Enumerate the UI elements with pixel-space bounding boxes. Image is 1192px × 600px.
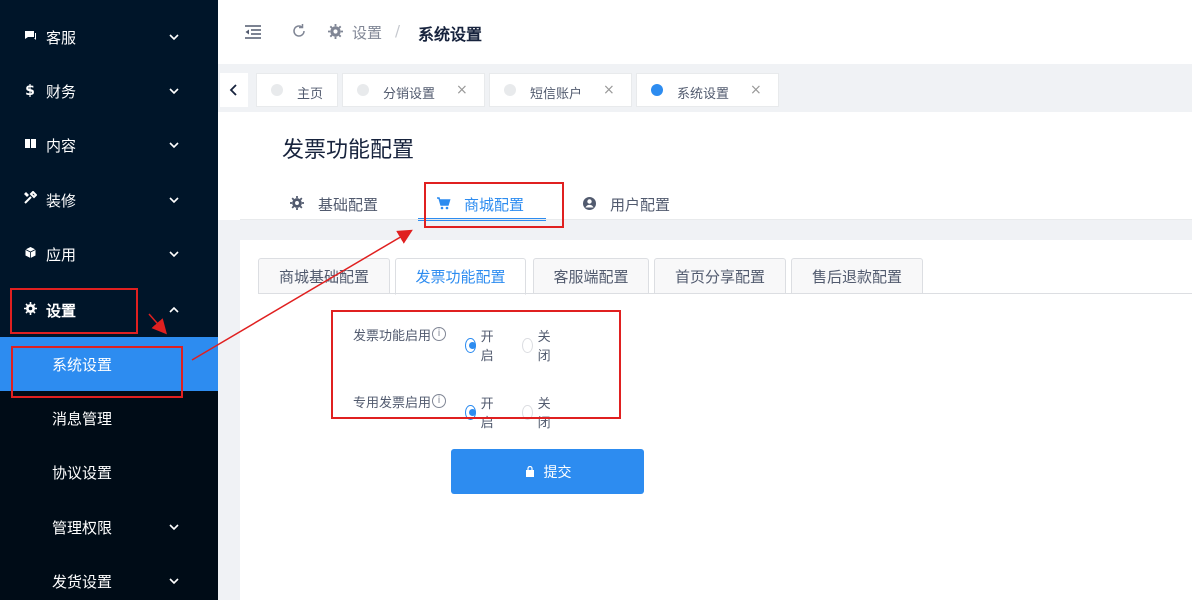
tab-dot xyxy=(271,84,283,96)
submenu-item-message-management[interactable]: 消息管理 xyxy=(0,391,218,445)
submenu-item-label: 发货设置 xyxy=(52,572,113,591)
user-circle-icon xyxy=(582,196,598,212)
tab-label: 基础配置 xyxy=(318,195,379,214)
chevron-down-icon xyxy=(166,83,182,99)
dollar-icon: $ xyxy=(25,83,35,99)
content-header: 发票功能配置 基础配置 商城配置 用户配置 xyxy=(218,112,1192,221)
sidebar-item-label: 应用 xyxy=(46,245,77,264)
sidebar-item-customer-service[interactable]: 客服 xyxy=(0,10,218,64)
chevron-down-icon xyxy=(166,519,182,535)
close-icon[interactable]: × xyxy=(750,82,762,98)
chevron-down-icon xyxy=(166,137,182,153)
sidebar-item-content[interactable]: 内容 xyxy=(0,118,218,172)
page-tab-home[interactable]: 主页 xyxy=(256,73,338,107)
tab-user-config[interactable]: 用户配置 xyxy=(582,189,670,219)
page-tab-label: 系统设置 xyxy=(677,87,730,102)
chevron-down-icon xyxy=(166,192,182,208)
page-title: 发票功能配置 xyxy=(282,138,415,163)
tab-dot xyxy=(651,84,663,96)
sidebar-item-label: 财务 xyxy=(46,82,77,101)
close-icon[interactable]: × xyxy=(603,82,615,98)
breadcrumb-item[interactable]: 设置 xyxy=(352,22,382,43)
config-panel: 商城基础配置 发票功能配置 客服端配置 首页分享配置 售后退款配置 发票功能启用… xyxy=(240,240,1192,600)
book-icon xyxy=(22,137,38,154)
card-tab-homepage-share[interactable]: 首页分享配置 xyxy=(654,258,786,294)
top-header: 设置 / 系统设置 xyxy=(218,0,1192,64)
card-tab-customer-service[interactable]: 客服端配置 xyxy=(533,258,649,294)
tab-basic-config[interactable]: 基础配置 xyxy=(290,189,378,219)
annotation-box-settings xyxy=(10,288,138,334)
submenu-item-admin-permissions[interactable]: 管理权限 xyxy=(0,500,218,554)
card-tabs-divider xyxy=(258,293,1192,294)
sidebar-item-label: 装修 xyxy=(46,191,77,210)
page-tabs-bar: 主页 分销设置 × 短信账户 × 系统设置 × xyxy=(218,68,1192,112)
submenu-item-shipping-settings[interactable]: 发货设置 xyxy=(0,554,218,600)
breadcrumb-separator: / xyxy=(395,22,401,40)
submenu-item-label: 消息管理 xyxy=(52,409,113,428)
annotation-box-mall-config xyxy=(424,182,564,228)
chevron-up-icon xyxy=(166,302,182,318)
breadcrumb-current: 系统设置 xyxy=(418,25,483,44)
gear-icon xyxy=(290,196,306,212)
card-tab-mall-basic[interactable]: 商城基础配置 xyxy=(258,258,390,294)
tools-icon xyxy=(22,190,38,209)
sidebar-item-finance[interactable]: $ 财务 xyxy=(0,64,218,118)
menu-fold-icon[interactable] xyxy=(244,24,262,40)
tab-label: 用户配置 xyxy=(610,195,671,214)
annotation-box-system-settings xyxy=(11,346,183,398)
cube-icon xyxy=(22,246,38,263)
sidebar-item-decoration[interactable]: 装修 xyxy=(0,173,218,227)
tab-dot xyxy=(504,84,516,96)
divider xyxy=(240,219,1192,220)
page-tab-label: 主页 xyxy=(297,87,324,102)
sidebar-item-label: 内容 xyxy=(46,136,77,155)
close-icon[interactable]: × xyxy=(456,82,468,98)
chevron-down-icon xyxy=(166,29,182,45)
sidebar-item-label: 客服 xyxy=(46,28,77,47)
submit-label: 提交 xyxy=(543,464,572,481)
card-tab-invoice[interactable]: 发票功能配置 xyxy=(395,258,526,295)
submenu-item-label: 协议设置 xyxy=(52,463,113,482)
annotation-box-form xyxy=(331,310,621,419)
page-tab-label: 短信账户 xyxy=(530,87,583,102)
chevron-down-icon xyxy=(166,246,182,262)
tabs-scroll-left-button[interactable] xyxy=(220,73,248,107)
submit-button[interactable]: 提交 xyxy=(451,449,644,494)
chevron-left-icon xyxy=(229,84,237,96)
refresh-icon[interactable] xyxy=(290,22,308,40)
chevron-down-icon xyxy=(166,573,182,589)
card-tab-refund[interactable]: 售后退款配置 xyxy=(791,258,923,294)
bag-icon xyxy=(525,465,534,477)
page-tab-label: 分销设置 xyxy=(383,87,436,102)
gear-icon xyxy=(328,24,343,39)
page-tab-distribution[interactable]: 分销设置 × xyxy=(342,73,485,107)
sidebar-item-apps[interactable]: 应用 xyxy=(0,227,218,281)
tab-dot xyxy=(357,84,369,96)
submenu-item-agreement-settings[interactable]: 协议设置 xyxy=(0,445,218,499)
chat-icon xyxy=(22,29,38,46)
page-tab-sms-account[interactable]: 短信账户 × xyxy=(489,73,632,107)
page-tab-system-settings[interactable]: 系统设置 × xyxy=(636,73,779,107)
submenu-item-label: 管理权限 xyxy=(52,518,113,537)
